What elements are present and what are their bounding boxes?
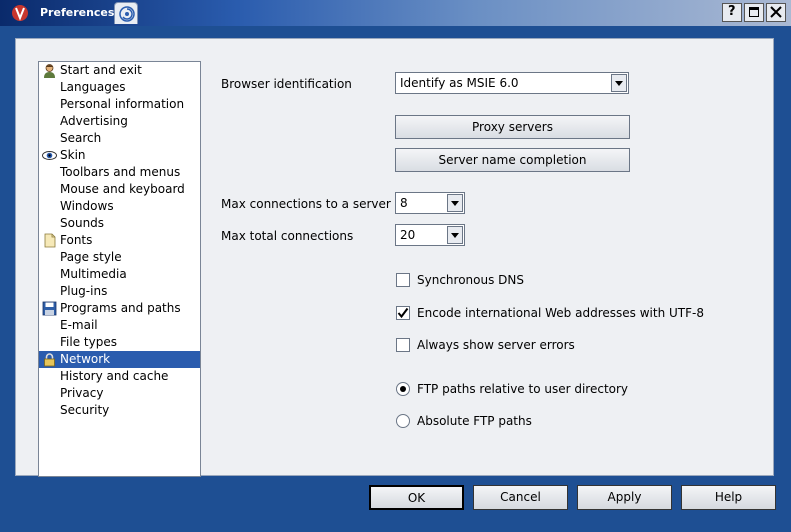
sidebar-item-windows[interactable]: Windows (39, 198, 200, 215)
window-menu-button[interactable] (114, 2, 138, 24)
sidebar-item-label: Toolbars and menus (60, 165, 181, 179)
sidebar-item-label: Start and exit (60, 63, 142, 77)
category-list[interactable]: Start and exit Languages Personal informat… (38, 61, 201, 477)
sidebar-item-label: Fonts (60, 233, 93, 247)
sidebar-item-sounds[interactable]: Sounds (39, 215, 200, 232)
proxy-servers-button[interactable]: Proxy servers (395, 115, 630, 139)
close-button[interactable] (766, 3, 786, 22)
sidebar-item-label: Languages (60, 80, 126, 94)
floppy-icon (42, 301, 57, 316)
ftp-relative-radio[interactable] (396, 382, 410, 396)
sidebar-item-mouse-and-keyboard[interactable]: Mouse and keyboard (39, 181, 200, 198)
sidebar-item-toolbars-and-menus[interactable]: Toolbars and menus (39, 164, 200, 181)
sidebar-item-network[interactable]: Network (39, 351, 200, 368)
swirl-icon (119, 6, 135, 22)
sidebar-item-label: Search (60, 131, 102, 145)
sidebar-item-label: Personal information (60, 97, 185, 111)
sidebar-item-label: Skin (60, 148, 86, 162)
sidebar-item-label: History and cache (60, 369, 169, 383)
max-conn-server-select[interactable]: 8 (395, 192, 465, 214)
server-errors-label[interactable]: Always show server errors (417, 338, 575, 352)
browser-id-value: Identify as MSIE 6.0 (400, 76, 519, 90)
sidebar-item-label: Windows (60, 199, 114, 213)
sidebar-item-label: Plug-ins (60, 284, 108, 298)
sidebar-item-label: Mouse and keyboard (60, 182, 185, 196)
sidebar-item-file-types[interactable]: File types (39, 334, 200, 351)
browser-id-select[interactable]: Identify as MSIE 6.0 (395, 72, 629, 94)
chevron-down-icon[interactable] (447, 194, 463, 212)
sidebar-item-history-and-cache[interactable]: History and cache (39, 368, 200, 385)
sidebar-item-label: Advertising (60, 114, 128, 128)
sidebar-item-page-style[interactable]: Page style (39, 249, 200, 266)
help-button[interactable]: Help (681, 485, 776, 510)
sidebar-item-label: Privacy (60, 386, 104, 400)
max-conn-server-label: Max connections to a server (221, 197, 391, 211)
max-total-value: 20 (400, 228, 416, 242)
sidebar-item-label: File types (60, 335, 117, 349)
sidebar-item-fonts[interactable]: Fonts (39, 232, 200, 249)
help-title-button[interactable]: ? (722, 3, 742, 22)
person-icon (42, 63, 57, 78)
maximize-icon (749, 7, 759, 17)
sync-dns-checkbox[interactable] (396, 273, 410, 287)
sidebar-item-personal-information[interactable]: Personal information (39, 96, 200, 113)
max-total-select[interactable]: 20 (395, 224, 465, 246)
sidebar-item-start-and-exit[interactable]: Start and exit (39, 62, 200, 79)
sidebar-item-security[interactable]: Security (39, 402, 200, 419)
close-icon (770, 6, 782, 18)
sidebar-item-advertising[interactable]: Advertising (39, 113, 200, 130)
server-errors-checkbox[interactable] (396, 338, 410, 352)
window-frame: Start and exit Languages Personal informat… (5, 26, 786, 516)
cancel-button[interactable]: Cancel (473, 485, 568, 510)
lock-icon (42, 352, 57, 367)
sidebar-item-label: Sounds (60, 216, 105, 230)
ftp-absolute-label[interactable]: Absolute FTP paths (417, 414, 532, 428)
max-conn-server-value: 8 (400, 196, 408, 210)
sidebar-item-label: Multimedia (60, 267, 127, 281)
sidebar-item-privacy[interactable]: Privacy (39, 385, 200, 402)
maximize-button[interactable] (744, 3, 764, 22)
sidebar-item-skin[interactable]: Skin (39, 147, 200, 164)
sidebar-item-label: Programs and paths (60, 301, 181, 315)
sidebar-item-label: Security (60, 403, 110, 417)
sidebar-item-e-mail[interactable]: E-mail (39, 317, 200, 334)
eye-icon (42, 148, 57, 163)
sidebar-item-languages[interactable]: Languages (39, 79, 200, 96)
max-total-label: Max total connections (221, 229, 354, 243)
browser-id-label: Browser identification (221, 77, 352, 91)
utf8-checkbox[interactable] (396, 306, 410, 320)
page-icon (42, 233, 57, 248)
ok-button[interactable]: OK (369, 485, 464, 510)
ftp-absolute-radio[interactable] (396, 414, 410, 428)
sidebar-item-label: Network (60, 352, 111, 366)
sidebar-item-search[interactable]: Search (39, 130, 200, 147)
chevron-down-icon[interactable] (611, 74, 627, 92)
sidebar-item-label: E-mail (60, 318, 98, 332)
sidebar-item-plug-ins[interactable]: Plug-ins (39, 283, 200, 300)
question-icon: ? (728, 4, 736, 19)
server-name-completion-button[interactable]: Server name completion (395, 148, 630, 172)
ftp-relative-label[interactable]: FTP paths relative to user directory (417, 382, 628, 396)
preferences-panel: Start and exit Languages Personal informat… (15, 38, 774, 477)
checkmark-icon (397, 307, 409, 319)
utf8-label[interactable]: Encode international Web addresses with … (417, 306, 704, 320)
app-icon[interactable] (11, 4, 29, 22)
sidebar-item-multimedia[interactable]: Multimedia (39, 266, 200, 283)
window-title: Preferences (40, 6, 115, 19)
title-bar[interactable]: Preferences ? (0, 0, 791, 26)
chevron-down-icon[interactable] (447, 226, 463, 244)
sidebar-item-label: Page style (60, 250, 122, 264)
sync-dns-label[interactable]: Synchronous DNS (417, 273, 524, 287)
apply-button[interactable]: Apply (577, 485, 672, 510)
sidebar-item-programs-and-paths[interactable]: Programs and paths (39, 300, 200, 317)
